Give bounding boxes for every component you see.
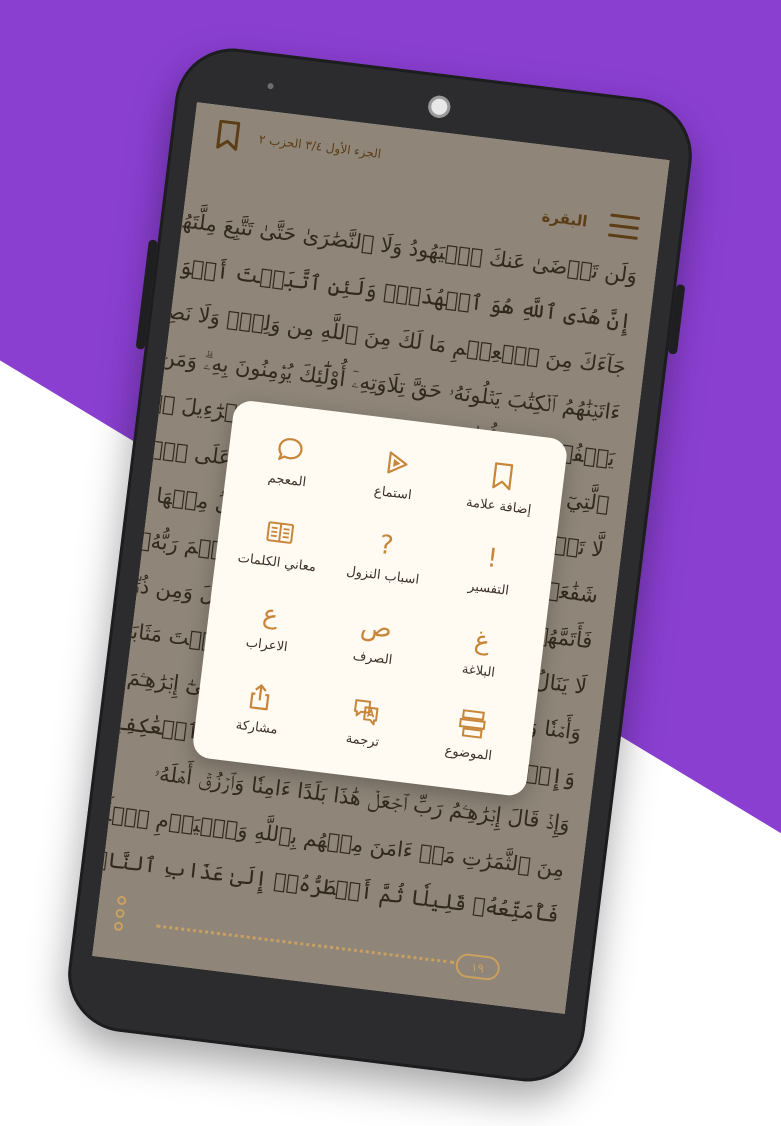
action-reasons-revelation[interactable]: ? اسباب النزول [327,509,443,604]
question-icon: ? [377,529,396,562]
action-label: ترجمة [344,731,380,751]
ghain-letter-icon: غ [472,625,492,657]
play-icon [387,451,408,474]
topic-icon [458,709,486,739]
action-label: البلاغة [461,661,496,681]
verse-actions-popup: المعجم استماع إضافة علامة معاني الكلمات … [191,399,569,798]
action-label: إضافة علامة [465,495,533,518]
action-irab[interactable]: ع الاعراب [211,579,327,674]
action-sarf[interactable]: ص الصرف [317,592,433,687]
exclamation-icon: ! [485,543,500,575]
action-share[interactable]: مشاركة [201,661,317,756]
app-screen: الجزء الأول ٣/٤ الحزب ٢ البقرة وَلَن تَر… [92,102,670,1014]
bookmark-icon [491,462,513,491]
action-label: الموضوع [443,743,493,764]
page-number-badge[interactable]: ١٩ [454,952,502,982]
action-tafsir[interactable]: ! التفسير [433,522,549,617]
action-add-bookmark[interactable]: إضافة علامة [443,440,559,535]
phone-speaker [267,82,274,90]
share-icon [249,684,270,711]
more-options-icon[interactable] [113,895,128,936]
action-label: الصرف [352,648,394,669]
action-label: معاني الكلمات [236,550,317,576]
page-progress-dots [156,924,455,964]
phone-camera [427,94,452,120]
action-balagha[interactable]: غ البلاغة [423,605,539,700]
action-topic[interactable]: الموضوع [413,687,529,782]
action-label: استماع [373,483,413,504]
action-label: اسباب النزول [345,564,420,588]
action-label: المعجم [266,470,307,491]
translate-icon [354,699,379,726]
action-listen[interactable]: استماع [337,427,453,522]
action-label: التفسير [467,578,510,599]
action-translate[interactable]: ترجمة [307,674,423,769]
chat-bubble-icon [278,438,303,461]
action-label: مشاركة [234,717,279,738]
sad-letter-icon: ص [358,611,394,645]
book-icon [266,521,295,544]
ain-letter-icon: ع [260,599,280,631]
action-word-meanings[interactable]: معاني الكلمات [221,496,337,591]
action-mujam[interactable]: المعجم [231,414,347,509]
action-label: الاعراب [245,635,289,656]
